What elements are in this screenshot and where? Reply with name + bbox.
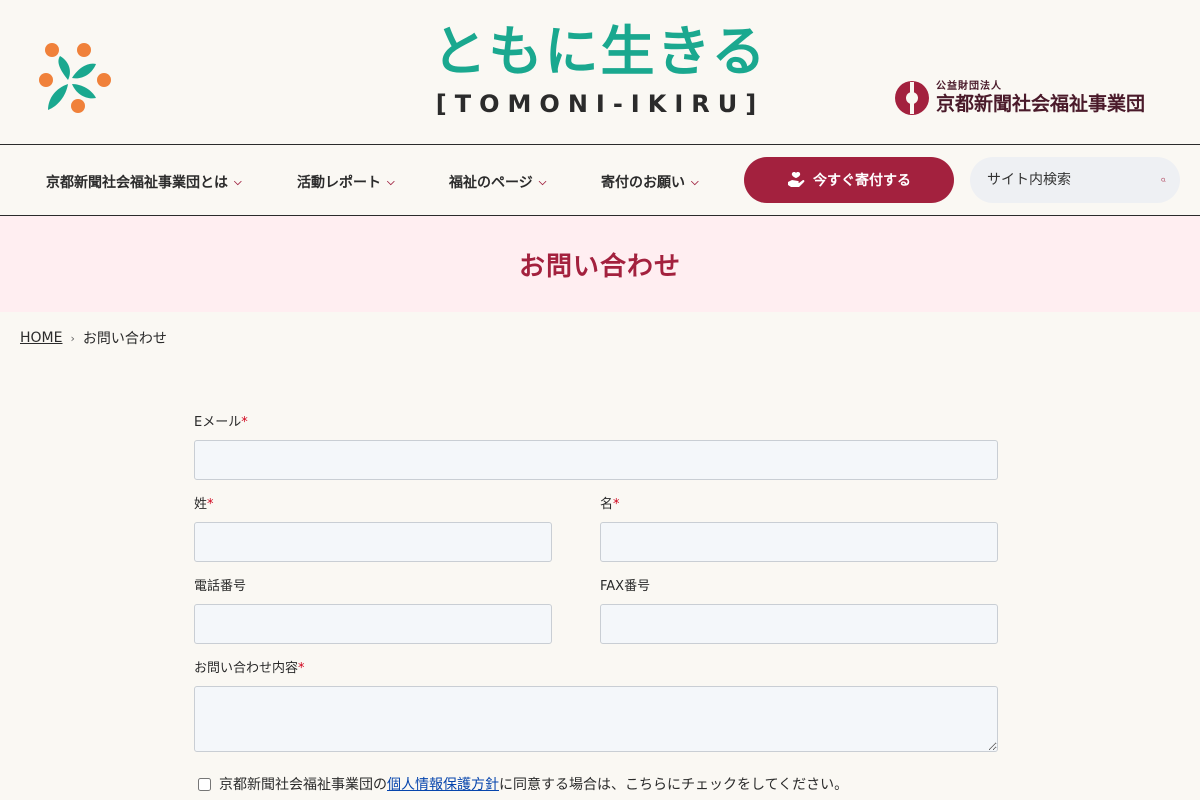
privacy-consent: 京都新聞社会福祉事業団の 個人情報保護方針 に同意する場合は、こちらにチェックを… (198, 774, 848, 794)
first-name-label: 名* (600, 497, 620, 512)
chevron-down-icon: ⌵ (538, 176, 547, 188)
search-input[interactable] (987, 172, 1161, 188)
org-logo[interactable]: 公益財団法人 京都新聞社会福祉事業団 (894, 80, 1145, 116)
logo-japanese: ともに生きる (432, 19, 768, 83)
fax-field[interactable] (600, 604, 998, 644)
last-name-field[interactable] (194, 522, 552, 562)
required-mark: * (241, 415, 248, 430)
donate-now-button[interactable]: 今すぐ寄付する (744, 157, 954, 203)
privacy-consent-checkbox[interactable] (198, 777, 211, 791)
required-mark: * (207, 497, 214, 512)
consent-prefix: 京都新聞社会福祉事業団の (219, 777, 387, 793)
nav-item-label: 寄付のお願い (601, 175, 685, 191)
nav-item-reports[interactable]: 活動レポート ⌵ (297, 172, 395, 192)
hand-heart-icon (788, 172, 805, 187)
search-icon[interactable] (1161, 173, 1166, 187)
site-search (970, 157, 1180, 203)
email-group: Eメール* (194, 414, 998, 480)
required-mark: * (298, 661, 305, 676)
privacy-policy-link[interactable]: 個人情報保護方針 (387, 774, 499, 794)
main-nav: 京都新聞社会福祉事業団とは ⌵ 活動レポート ⌵ 福祉のページ ⌵ 寄付のお願い… (0, 145, 1200, 216)
first-name-field[interactable] (600, 522, 998, 562)
fax-label: FAX番号 (600, 579, 651, 594)
nav-item-donation[interactable]: 寄付のお願い ⌵ (601, 172, 699, 192)
name-row: 姓* 名* (194, 496, 998, 562)
logo-english: [TOMONI-IKIRU] (435, 90, 765, 118)
org-emblem-icon (895, 81, 929, 115)
nav-item-label: 活動レポート (297, 175, 381, 191)
page-title-banner: お問い合わせ (0, 216, 1200, 312)
site-header: ともに生きる [TOMONI-IKIRU] 公益財団法人 京都新聞社会福祉事業団 (0, 0, 1200, 145)
chevron-right-icon: › (70, 331, 75, 345)
nav-item-about[interactable]: 京都新聞社会福祉事業団とは ⌵ (46, 172, 242, 192)
message-label: お問い合わせ内容* (194, 661, 305, 676)
message-group: お問い合わせ内容* (194, 660, 998, 756)
required-mark: * (613, 497, 620, 512)
breadcrumb-current: お問い合わせ (82, 331, 167, 347)
nav-item-label: 福祉のページ (449, 175, 533, 191)
chevron-down-icon: ⌵ (234, 176, 242, 188)
page-title: お問い合わせ (518, 251, 681, 282)
flower-logo-icon[interactable] (38, 40, 116, 120)
breadcrumb: HOME › お問い合わせ (20, 328, 167, 348)
email-field[interactable] (194, 440, 998, 480)
org-name: 京都新聞社会福祉事業団 (936, 93, 1146, 115)
consent-suffix: に同意する場合は、こちらにチェックをしてください。 (499, 777, 849, 793)
phone-row: 電話番号 FAX番号 (194, 578, 998, 644)
chevron-down-icon: ⌵ (691, 176, 699, 188)
org-type: 公益財団法人 (936, 81, 1002, 92)
breadcrumb-home-link[interactable]: HOME (20, 330, 62, 346)
site-logo[interactable]: ともに生きる [TOMONI-IKIRU] (430, 18, 770, 120)
phone-label: 電話番号 (194, 579, 247, 594)
message-textarea[interactable] (194, 686, 998, 752)
chevron-down-icon: ⌵ (387, 176, 395, 188)
nav-item-label: 京都新聞社会福祉事業団とは (46, 175, 228, 191)
donate-label: 今すぐ寄付する (813, 173, 911, 189)
nav-item-welfare[interactable]: 福祉のページ ⌵ (449, 172, 546, 192)
last-name-label: 姓* (194, 497, 214, 512)
email-label: Eメール* (194, 415, 248, 430)
phone-field[interactable] (194, 604, 552, 644)
